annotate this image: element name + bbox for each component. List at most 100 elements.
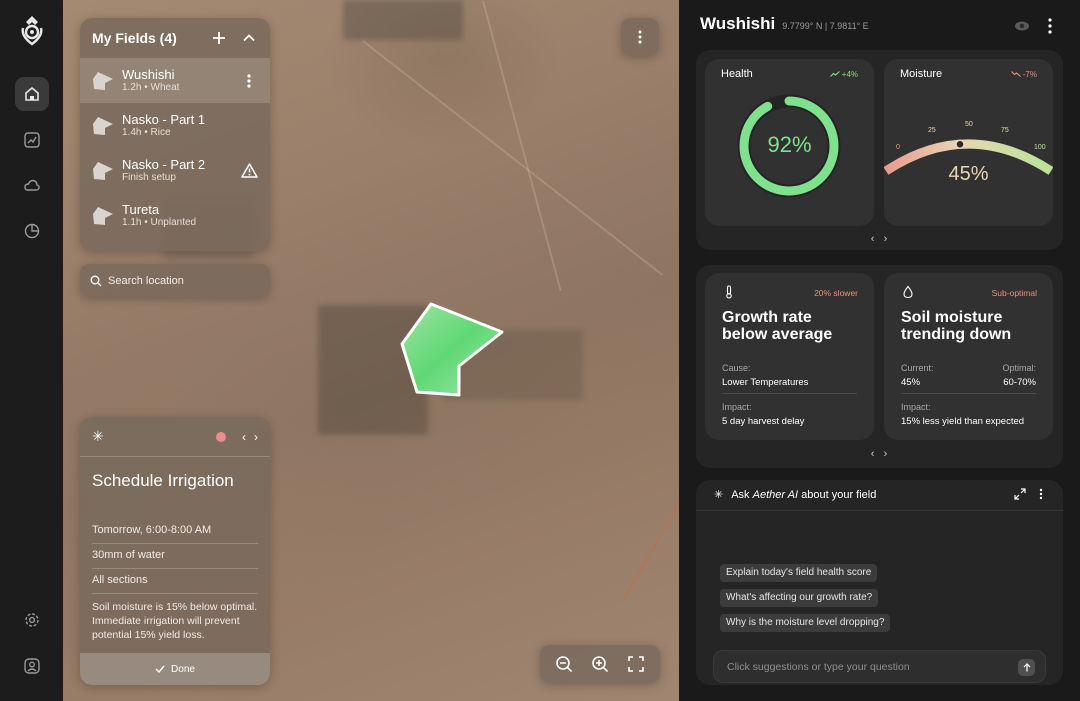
home-icon <box>25 87 39 101</box>
field-item-wushishi[interactable]: Wushishi 1.2h • Wheat <box>80 58 270 103</box>
moisture-tick: 25 <box>928 127 936 134</box>
nav-reports-button[interactable] <box>15 214 49 248</box>
done-label: Done <box>171 663 195 675</box>
moisture-tick: 50 <box>965 121 973 128</box>
ai-input-placeholder: Click suggestions or type your question <box>727 661 910 673</box>
trend-chart-icon <box>24 132 40 148</box>
soil-title-line: trending down <box>901 326 1012 343</box>
collapse-fields-button[interactable] <box>240 29 258 47</box>
irrigation-note: Soil moisture is 15% below optimal. Imme… <box>92 601 258 641</box>
growth-title: Growth rate below average <box>722 309 832 343</box>
insights-next-button[interactable]: › <box>884 448 888 460</box>
zoom-out-icon <box>556 656 573 673</box>
field-options-button[interactable] <box>240 72 258 90</box>
metrics-next-button[interactable]: › <box>884 233 888 245</box>
search-location-input[interactable]: Search location <box>80 264 270 297</box>
add-field-button[interactable] <box>210 29 228 47</box>
search-placeholder: Search location <box>108 274 184 287</box>
map-options-button[interactable] <box>621 18 659 56</box>
impact-label: Impact: <box>722 402 752 412</box>
soil-title-line: Soil moisture <box>901 309 1003 326</box>
field-coordinates: 9.7799° N | 7.9811° E <box>782 21 869 31</box>
optimal-value: 60-70% <box>1003 377 1036 388</box>
logo-icon <box>21 16 43 46</box>
metrics-group: Health +4% 92% Moisture -7% 0 25 50 75 1… <box>696 50 1063 250</box>
nav-weather-button[interactable] <box>15 168 49 202</box>
field-shape-icon <box>93 161 113 180</box>
moisture-delta-value: -7% <box>1022 70 1037 79</box>
map-zoom-controls <box>540 645 660 683</box>
irrigation-card-header: ✳ ‹ › <box>80 417 270 457</box>
metrics-prev-button[interactable]: ‹ <box>871 233 875 245</box>
next-recommendation-button[interactable]: › <box>254 430 258 444</box>
settlement-patch <box>343 0 463 40</box>
sparkle-icon: ✳ <box>92 428 104 444</box>
field-item-tureta[interactable]: Tureta 1.1h • Unplanted <box>80 193 270 238</box>
moisture-card[interactable]: Moisture -7% 0 25 50 75 100 45% <box>884 59 1053 226</box>
suggestion-chip[interactable]: Why is the moisture level dropping? <box>720 614 891 632</box>
expand-icon[interactable] <box>1014 488 1026 500</box>
eye-icon[interactable] <box>1014 18 1030 34</box>
kebab-menu-icon <box>247 73 251 88</box>
moisture-tick: 75 <box>1001 127 1009 134</box>
fullscreen-button[interactable] <box>624 652 648 676</box>
cause-label: Cause: <box>722 363 751 373</box>
growth-tag: 20% slower <box>814 288 858 298</box>
moisture-tick: 0 <box>896 144 900 151</box>
suggestion-chip[interactable]: What's affecting our growth rate? <box>720 589 879 607</box>
trend-up-icon <box>829 71 840 77</box>
impact-label: Impact: <box>901 402 931 412</box>
field-subtitle: 1.4h • Rice <box>122 126 171 138</box>
moisture-value: 45% <box>948 163 989 185</box>
insights-prev-button[interactable]: ‹ <box>871 448 875 460</box>
soil-title: Soil moisture trending down <box>901 309 1011 343</box>
field-item-nasko-part-1[interactable]: Nasko - Part 1 1.4h • Rice <box>80 103 270 148</box>
field-name: Nasko - Part 1 <box>122 111 206 127</box>
zoom-in-button[interactable] <box>588 652 612 676</box>
field-shape-icon <box>93 71 113 90</box>
ai-title-suffix: about your field <box>801 489 877 501</box>
previous-recommendation-button[interactable]: ‹ <box>242 430 246 444</box>
suggestion-chip[interactable]: Explain today's field health score <box>720 564 878 582</box>
insights-pager: ‹ › <box>859 448 899 460</box>
current-value: 45% <box>901 377 921 388</box>
zoom-in-icon <box>592 656 609 673</box>
ai-question-input[interactable]: Click suggestions or type your question <box>713 650 1046 683</box>
field-shape-icon <box>93 116 113 135</box>
metrics-pager: ‹ › <box>859 233 899 245</box>
satellite-map[interactable]: My Fields (4) Wushishi 1.2h • Wheat Nask… <box>63 0 679 701</box>
field-insights-panel: Wushishi 9.7799° N | 7.9811° E Health +4… <box>679 0 1080 701</box>
selected-field-polygon[interactable] <box>399 300 509 400</box>
growth-insight-card[interactable]: 20% slower Growth rate below average Cau… <box>705 273 874 440</box>
nav-home-button[interactable] <box>15 77 49 111</box>
nav-analytics-button[interactable] <box>15 123 49 157</box>
nav-profile-button[interactable] <box>15 649 49 683</box>
irrigation-detail-row: 30mm of water <box>92 544 258 569</box>
divider <box>722 393 857 394</box>
zoom-out-button[interactable] <box>552 652 576 676</box>
gear-icon <box>25 613 39 627</box>
field-item-nasko-part-2[interactable]: Nasko - Part 2 Finish setup <box>80 148 270 193</box>
send-button[interactable] <box>1018 659 1035 676</box>
thermometer-icon <box>726 285 732 299</box>
kebab-menu-icon[interactable] <box>1043 16 1057 36</box>
health-card[interactable]: Health +4% 92% <box>705 59 874 226</box>
kebab-menu-icon[interactable] <box>1037 487 1045 501</box>
check-icon <box>155 665 165 673</box>
divider <box>901 393 1036 394</box>
fields-panel-header: My Fields (4) <box>80 18 270 58</box>
nav-settings-button[interactable] <box>15 603 49 637</box>
growth-title-line: Growth rate <box>722 309 812 326</box>
road-line <box>362 40 664 276</box>
soil-insight-card[interactable]: Sub-optimal Soil moisture trending down … <box>884 273 1053 440</box>
trend-down-icon <box>1010 71 1021 77</box>
irrigation-detail-row: Tomorrow, 6:00-8:00 AM <box>92 519 258 544</box>
my-fields-panel: My Fields (4) Wushishi 1.2h • Wheat Nask… <box>80 18 270 251</box>
ai-title-prefix: Ask <box>731 489 750 501</box>
health-value: 92% <box>767 132 812 157</box>
nav-rail <box>0 0 63 701</box>
fullscreen-icon <box>628 656 644 672</box>
done-button[interactable]: Done <box>80 653 270 685</box>
optimal-label: Optimal: <box>1002 363 1036 373</box>
field-name: Tureta <box>122 201 160 217</box>
